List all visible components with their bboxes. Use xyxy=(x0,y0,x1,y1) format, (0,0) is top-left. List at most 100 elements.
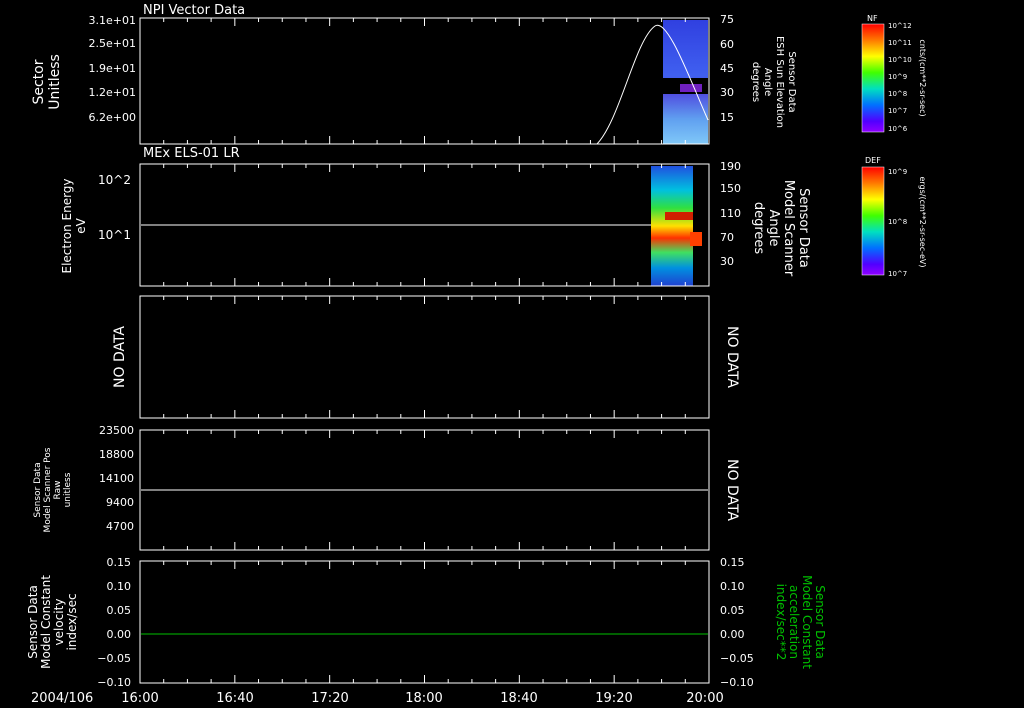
panel5-frame xyxy=(139,560,710,684)
panel2-ylabel-2: eV xyxy=(74,217,88,233)
date-label: 2004/106 xyxy=(31,691,93,706)
panel1-ylabel-2: Unitless xyxy=(47,54,63,110)
panel5-right-ytick: 0.05 xyxy=(720,604,745,617)
panel4-ylabel-4: unitless xyxy=(63,472,73,507)
colorbar2-unit: ergs/(cm**2-sr-sec-eV) xyxy=(918,176,927,267)
panel1-right-ytick: 60 xyxy=(720,38,734,51)
panel5-yticks: 0.15 0.10 0.05 0.00 −0.05 −0.10 xyxy=(97,556,131,689)
panel4-ylabel-1: Sensor Data xyxy=(33,462,43,517)
panel1-right-yticks: 75 60 45 30 15 xyxy=(720,13,734,124)
colorbar1-tick: 10^8 xyxy=(888,90,907,98)
panel5-right-ytick: 0.10 xyxy=(720,580,745,593)
panel5-right-ylabel-4: index/sec**2 xyxy=(774,584,788,661)
panel3-no-data-right: NO DATA xyxy=(724,326,740,388)
panel1-right-ytick: 15 xyxy=(720,111,734,124)
colorbar-def: DEF 10^9 10^8 10^7 ergs/(cm**2-sr-sec-eV… xyxy=(861,156,927,278)
panel1-title: NPI Vector Data xyxy=(143,3,245,18)
colorbar1-tick: 10^6 xyxy=(888,125,908,133)
panel2-ytick: 10^2 xyxy=(98,173,131,187)
panel2-hot-spot xyxy=(690,232,702,246)
time-tick: 18:00 xyxy=(405,691,442,706)
panel4-ytick: 9400 xyxy=(106,496,134,509)
panel1-right-ytick: 45 xyxy=(720,62,734,75)
panel1-right-ylabel-3: Angle xyxy=(762,68,773,96)
panel2-right-ytick: 110 xyxy=(720,207,741,220)
panel1-right-ylabel-1: Sensor Data xyxy=(786,51,797,112)
colorbar1-tick: 10^11 xyxy=(888,39,912,47)
panel2-yticks: 10^2 10^1 xyxy=(98,173,131,242)
colorbar-nf: NF 10^12 10^11 10^10 10^9 10^8 10^7 10^6… xyxy=(861,14,927,133)
panel5-right-ytick: −0.10 xyxy=(720,676,754,689)
panel1-yticks: 3.1e+01 2.5e+01 1.9e+01 1.2e+01 6.2e+00 xyxy=(89,14,136,124)
time-tick: 20:00 xyxy=(686,691,723,706)
panel2-right-ytick: 70 xyxy=(720,231,734,244)
panel5-ytick: 0.00 xyxy=(107,628,132,641)
panel2-right-ylabel-2: Model Scanner xyxy=(781,180,796,277)
panel2-hot-band xyxy=(665,212,693,220)
panel5-right-ylabel-3: acceleration xyxy=(787,585,801,659)
panel-els-lr: MEx ELS-01 LR 10^2 10^1 190 150 110 70 3… xyxy=(60,146,811,287)
panel1-ytick: 2.5e+01 xyxy=(89,37,136,50)
panel1-data-patch xyxy=(680,84,702,92)
colorbar2-tick: 10^9 xyxy=(888,168,907,176)
panel-npi-vector: NPI Vector Data 3.1e+01 2.5e+01 1.9e+01 … xyxy=(31,3,797,145)
panel1-ytick: 1.2e+01 xyxy=(89,86,136,99)
panel5-ylabel-4: index/sec xyxy=(65,593,79,650)
colorbar1-tick: 10^12 xyxy=(888,22,912,30)
panel5-ylabel-1: Sensor Data xyxy=(26,585,40,659)
colorbar2-tick: 10^8 xyxy=(888,218,907,226)
panel3-frame xyxy=(139,295,710,419)
panel5-ytick: 0.10 xyxy=(107,580,132,593)
panel5-right-ylabel-2: Model Constant xyxy=(800,575,814,669)
panel4-yticks: 23500 18800 14100 9400 4700 xyxy=(99,424,134,533)
panel5-right-ytick: 0.15 xyxy=(720,556,745,569)
panel5-ylabel-3: velocity xyxy=(52,599,66,646)
panel1-ytick: 3.1e+01 xyxy=(89,14,136,27)
panel5-right-ylabel-1: Sensor Data xyxy=(813,585,827,659)
panel1-right-ytick: 30 xyxy=(720,86,734,99)
panel2-right-ylabel-1: Sensor Data xyxy=(796,188,811,268)
panel1-ytick: 6.2e+00 xyxy=(89,111,136,124)
panel1-frame xyxy=(139,17,710,145)
panel1-right-ylabel-2: ESH Sun Elevation xyxy=(774,36,785,128)
panel4-ytick: 18800 xyxy=(99,448,134,461)
panel2-right-yticks: 190 150 110 70 30 xyxy=(720,160,741,268)
time-tick: 18:40 xyxy=(500,691,537,706)
panel-no-data: NO DATA NO DATA xyxy=(112,295,740,419)
colorbar2-tick: 10^7 xyxy=(888,270,907,278)
panel4-no-data-right: NO DATA xyxy=(724,459,740,521)
panel-model-constant: 0.15 0.10 0.05 0.00 −0.05 −0.10 0.15 0.1… xyxy=(26,556,827,689)
colorbar1-tick: 10^10 xyxy=(888,56,912,64)
time-tick: 19:20 xyxy=(595,691,632,706)
x-tick-marks xyxy=(163,18,686,683)
panel2-ylabel-1: Electron Energy xyxy=(60,178,74,273)
panel2-ytick: 10^1 xyxy=(98,228,131,242)
panel2-title: MEx ELS-01 LR xyxy=(143,146,240,161)
colorbar1-tick: 10^7 xyxy=(888,107,907,115)
panel1-right-ylabel-4: degrees xyxy=(750,62,761,102)
panel5-right-ytick: −0.05 xyxy=(720,652,754,665)
panel-scanner-pos: 23500 18800 14100 9400 4700 Sensor Data … xyxy=(33,424,740,551)
panel2-right-ytick: 30 xyxy=(720,255,734,268)
colorbar1-tick: 10^9 xyxy=(888,73,907,81)
panel3-no-data-left: NO DATA xyxy=(112,326,128,388)
plot-figure: NPI Vector Data 3.1e+01 2.5e+01 1.9e+01 … xyxy=(26,3,927,706)
panel5-ytick: 0.15 xyxy=(107,556,132,569)
panel4-ytick: 23500 xyxy=(99,424,134,437)
time-tick: 16:40 xyxy=(216,691,253,706)
panel2-right-ytick: 150 xyxy=(720,182,741,195)
panel4-ytick: 4700 xyxy=(106,520,134,533)
panel5-right-ytick: 0.00 xyxy=(720,628,745,641)
panel5-ylabel-2: Model Constant xyxy=(39,575,53,669)
colorbar1-unit: cnts/(cm**2-sr-sec) xyxy=(918,39,927,116)
panel4-ytick: 14100 xyxy=(99,472,134,485)
panel5-ytick: −0.10 xyxy=(97,676,131,689)
panel1-ylabel-1: Sector xyxy=(31,59,47,104)
panel4-ylabel-2: Model Scanner Pos xyxy=(43,447,53,532)
time-axis: 2004/106 16:00 16:40 17:20 18:00 18:40 1… xyxy=(31,691,724,706)
colorbar2-gradient xyxy=(861,166,885,276)
panel4-ylabel-3: Raw xyxy=(53,481,63,500)
panel2-right-ytick: 190 xyxy=(720,160,741,173)
panel5-ytick: −0.05 xyxy=(97,652,131,665)
panel1-ytick: 1.9e+01 xyxy=(89,62,136,75)
